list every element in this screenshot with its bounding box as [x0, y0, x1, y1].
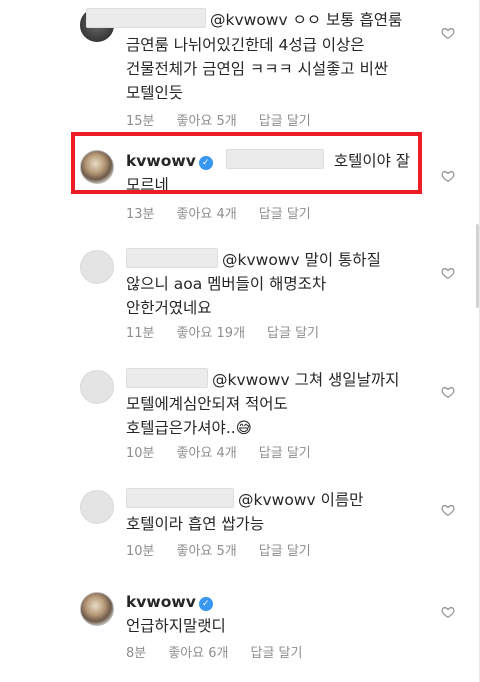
- redacted-username[interactable]: [86, 8, 206, 28]
- mention-link[interactable]: @kvwowv: [222, 251, 300, 269]
- heart-icon[interactable]: [441, 385, 455, 399]
- verified-badge-icon: ✓: [198, 597, 213, 611]
- mention-link[interactable]: @kvwowv: [212, 371, 290, 389]
- comment-meta: 8분 좋아요 6개 답글 달기: [126, 642, 324, 661]
- comment-text: @kvwowv 말이 통하질: [126, 248, 426, 272]
- comment-text-line: 호텔급은가셔야..😅: [126, 419, 252, 437]
- avatar[interactable]: [80, 250, 114, 284]
- comment-text: @kvwowv ㅇㅇ 보통 흡연룸: [86, 8, 426, 32]
- comment-text-line: 안한거였네요: [126, 299, 212, 317]
- redacted-username[interactable]: [126, 248, 218, 268]
- heart-icon[interactable]: [441, 605, 455, 619]
- reply-button[interactable]: 답글 달기: [259, 446, 311, 461]
- avatar[interactable]: [80, 592, 114, 626]
- likes-count[interactable]: 좋아요 5개: [177, 544, 237, 559]
- heart-icon[interactable]: [441, 503, 455, 517]
- redacted-username[interactable]: [126, 368, 208, 388]
- comment-time: 13분: [126, 207, 155, 222]
- comment-text: @kvwowv 그쳐 생일날까지: [126, 368, 426, 392]
- highlight-box: [71, 132, 422, 194]
- comment-time: 10분: [126, 544, 155, 559]
- reply-button[interactable]: 답글 달기: [259, 544, 311, 559]
- comment-time: 8분: [126, 646, 147, 661]
- likes-count[interactable]: 좋아요 4개: [177, 207, 237, 222]
- comment-time: 11분: [126, 326, 155, 341]
- comment-meta: 10분 좋아요 4개 답글 달기: [126, 442, 333, 461]
- heart-icon[interactable]: [441, 266, 455, 280]
- likes-count[interactable]: 좋아요 19개: [177, 326, 246, 341]
- mention-link[interactable]: @kvwowv: [210, 11, 288, 29]
- comment-text-line: 모텔인듯: [126, 84, 184, 102]
- comment-text-line: 모텔에계심안되져 적어도: [126, 395, 288, 413]
- comment-text: kvwowv ✓: [126, 590, 426, 614]
- username-link[interactable]: kvwowv: [126, 593, 196, 611]
- redacted-username[interactable]: [126, 488, 234, 508]
- comment-text-line: 않으니 aoa 멤버들이 해명조차: [126, 275, 327, 293]
- comment-text-line: 건물전체가 금연임 ㅋㅋㅋ 시설좋고 비싼: [126, 60, 389, 78]
- reply-button[interactable]: 답글 달기: [267, 326, 319, 341]
- comment-meta: 10분 좋아요 5개 답글 달기: [126, 540, 333, 559]
- comment-meta: 15분 좋아요 5개 답글 달기: [126, 110, 333, 129]
- comment-meta: 11분 좋아요 19개 답글 달기: [126, 322, 341, 341]
- comment-text-line: 금연룸 나뉘어있긴한데 4성급 이상은: [126, 36, 365, 54]
- reply-button[interactable]: 답글 달기: [259, 114, 311, 129]
- likes-count[interactable]: 좋아요 6개: [168, 646, 228, 661]
- heart-icon[interactable]: [441, 169, 455, 183]
- avatar[interactable]: [80, 490, 114, 524]
- comment-text-line: 호텔이라 흡연 쌉가능: [126, 515, 265, 533]
- comment-text-line: 언급하지말랫디: [126, 617, 226, 635]
- heart-icon[interactable]: [441, 26, 455, 40]
- mention-link[interactable]: @kvwowv: [238, 491, 316, 509]
- comment-meta: 13분 좋아요 4개 답글 달기: [126, 203, 333, 222]
- comment-text: @kvwowv 이름만: [126, 488, 426, 512]
- scrollbar[interactable]: [476, 224, 479, 308]
- reply-button[interactable]: 답글 달기: [259, 207, 311, 222]
- comment-time: 15분: [126, 114, 155, 129]
- likes-count[interactable]: 좋아요 4개: [177, 446, 237, 461]
- avatar[interactable]: [80, 370, 114, 404]
- reply-button[interactable]: 답글 달기: [250, 646, 302, 661]
- comment-time: 10분: [126, 446, 155, 461]
- likes-count[interactable]: 좋아요 5개: [177, 114, 237, 129]
